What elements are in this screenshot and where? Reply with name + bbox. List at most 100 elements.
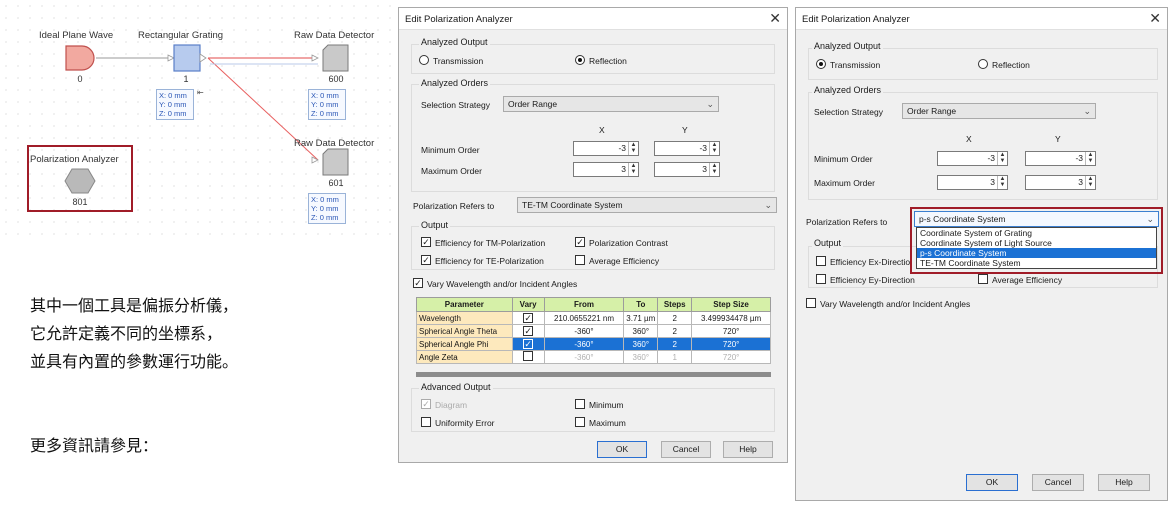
eff-ey-checkbox[interactable]: [816, 274, 826, 284]
node-id-detector-600: 600: [328, 74, 344, 84]
maximum-order-label: Maximum Order: [814, 178, 875, 188]
from-cell[interactable]: -360°: [543, 337, 625, 351]
avg-eff-checkbox[interactable]: [978, 274, 988, 284]
to-cell[interactable]: 360°: [623, 350, 659, 364]
uniformity-checkbox[interactable]: [421, 417, 431, 427]
transmission-radio[interactable]: [419, 55, 429, 65]
reflection-radio[interactable]: [575, 55, 585, 65]
cancel-button[interactable]: Cancel: [1032, 474, 1084, 491]
polarization-refers-select[interactable]: TE-TM Coordinate System ⌄: [517, 197, 777, 213]
edit-polarization-analyzer-dialog: Edit Polarization Analyzer ✕ Analyzed Ou…: [398, 7, 788, 463]
eff-ex-checkbox[interactable]: [816, 256, 826, 266]
from-cell[interactable]: 210.0655221 nm: [543, 311, 625, 325]
reflection-radio[interactable]: [978, 59, 988, 69]
dropdown-option[interactable]: TE-TM Coordinate System: [917, 258, 1156, 268]
spinner-arrows-icon[interactable]: ▲ ▼: [1085, 176, 1095, 189]
selection-strategy-select[interactable]: Order Range ⌄: [503, 96, 719, 112]
table-row[interactable]: Wavelength ✓ 210.0655221 nm 3.71 µm 2 3.…: [416, 311, 771, 325]
minimum-order-y-input[interactable]: -3 ▲ ▼: [1025, 151, 1096, 166]
node-id-polarization-analyzer: 801: [72, 197, 88, 207]
vary-checkbox[interactable]: [806, 298, 816, 308]
from-cell[interactable]: -360°: [543, 324, 625, 338]
dialog-title-bar: Edit Polarization Analyzer ✕: [399, 8, 787, 30]
minimum-order-label: Minimum Order: [421, 145, 480, 155]
steps-cell[interactable]: 2: [657, 337, 693, 351]
to-cell[interactable]: 360°: [623, 324, 659, 338]
vary-row-checkbox[interactable]: ✓: [523, 339, 534, 349]
analyzed-orders-label: Analyzed Orders: [812, 85, 884, 95]
help-button[interactable]: Help: [723, 441, 773, 458]
vary-cell[interactable]: ✓: [511, 311, 545, 325]
minimum-order-y-input[interactable]: -3 ▲ ▼: [654, 141, 720, 156]
spinner-arrows-icon[interactable]: ▲ ▼: [709, 163, 719, 176]
coord-y: Y: 0 mm: [159, 100, 187, 109]
light-source-icon[interactable]: [64, 44, 98, 72]
table-row[interactable]: Spherical Angle Theta ✓ -360° 360° 2 720…: [416, 324, 771, 338]
table-scrollbar[interactable]: [416, 372, 771, 377]
minimum-order-x-input[interactable]: -3 ▲ ▼: [573, 141, 639, 156]
coord-x: X: 0 mm: [311, 195, 339, 204]
close-icon[interactable]: ✕: [1149, 10, 1161, 27]
output-label: Output: [812, 238, 844, 248]
eff-te-checkbox[interactable]: ✓: [421, 255, 431, 265]
help-button[interactable]: Help: [1098, 474, 1150, 491]
ok-button[interactable]: OK: [597, 441, 647, 458]
maximum-order-x-value: 3: [990, 177, 995, 187]
vary-cell[interactable]: ✓: [511, 337, 545, 351]
vary-cell[interactable]: [511, 350, 545, 364]
spinner-arrows-icon[interactable]: ▲ ▼: [628, 163, 638, 176]
dropdown-option[interactable]: Coordinate System of Grating: [917, 228, 1156, 238]
polarization-refers-label: Polarization Refers to: [413, 201, 495, 211]
vary-row-checkbox[interactable]: ✓: [523, 313, 534, 323]
table-row-selected[interactable]: Spherical Angle Phi ✓ -360° 360° 2 720°: [416, 337, 771, 351]
col-vary: Vary: [511, 297, 545, 312]
maximum-order-x-input[interactable]: 3 ▲ ▼: [937, 175, 1008, 190]
maximum-order-y-value: 3: [702, 164, 707, 174]
param-name: Spherical Angle Phi: [416, 337, 513, 351]
minimum-order-x-input[interactable]: -3 ▲ ▼: [937, 151, 1008, 166]
maximum-order-x-input[interactable]: 3 ▲ ▼: [573, 162, 639, 177]
avg-eff-checkbox[interactable]: [575, 255, 585, 265]
from-cell[interactable]: -360°: [543, 350, 625, 364]
close-icon[interactable]: ✕: [769, 10, 781, 27]
ok-button[interactable]: OK: [966, 474, 1018, 491]
steps-cell[interactable]: 2: [657, 324, 693, 338]
detector-icon[interactable]: [322, 148, 350, 176]
maximum-order-y-input[interactable]: 3 ▲ ▼: [654, 162, 720, 177]
vary-row-checkbox[interactable]: ✓: [523, 326, 534, 336]
dropdown-option-selected[interactable]: p-s Coordinate System: [917, 248, 1156, 258]
table-row[interactable]: Angle Zeta -360° 360° 1 720°: [416, 350, 771, 364]
spinner-arrows-icon[interactable]: ▲ ▼: [709, 142, 719, 155]
maximum-order-y-input[interactable]: 3 ▲ ▼: [1025, 175, 1096, 190]
col-steps: Steps: [657, 297, 693, 312]
to-cell[interactable]: 360°: [623, 337, 659, 351]
to-cell[interactable]: 3.71 µm: [623, 311, 659, 325]
vary-cell[interactable]: ✓: [511, 324, 545, 338]
selection-strategy-select[interactable]: Order Range ⌄: [902, 103, 1096, 119]
detector-601-coordinates: X: 0 mm Y: 0 mm Z: 0 mm: [308, 193, 346, 224]
analyzed-orders-label: Analyzed Orders: [419, 78, 491, 88]
eff-tm-checkbox[interactable]: ✓: [421, 237, 431, 247]
spinner-arrows-icon[interactable]: ▲ ▼: [997, 176, 1007, 189]
steps-cell[interactable]: 1: [657, 350, 693, 364]
cancel-button[interactable]: Cancel: [661, 441, 711, 458]
maximum-order-y-value: 3: [1078, 177, 1083, 187]
grating-icon[interactable]: [170, 44, 212, 72]
steps-cell[interactable]: 2: [657, 311, 693, 325]
spinner-arrows-icon[interactable]: ▲ ▼: [997, 152, 1007, 165]
system-canvas[interactable]: Ideal Plane Wave 0 Rectangular Grating 1…: [0, 0, 392, 244]
minimum-checkbox[interactable]: [575, 399, 585, 409]
vary-row-checkbox[interactable]: [523, 351, 534, 361]
polarization-refers-select[interactable]: p-s Coordinate System ⌄: [914, 211, 1159, 227]
vary-checkbox[interactable]: ✓: [413, 278, 423, 288]
diagram-label: Diagram: [435, 400, 468, 410]
spinner-arrows-icon[interactable]: ▲ ▼: [628, 142, 638, 155]
spinner-arrows-icon[interactable]: ▲ ▼: [1085, 152, 1095, 165]
detector-icon[interactable]: [322, 44, 350, 72]
dropdown-option[interactable]: Coordinate System of Light Source: [917, 238, 1156, 248]
transmission-radio[interactable]: [816, 59, 826, 69]
pol-contrast-checkbox[interactable]: ✓: [575, 237, 585, 247]
maximum-checkbox[interactable]: [575, 417, 585, 427]
eff-ey-label: Efficiency Ey-Direction: [830, 275, 915, 285]
analyzer-hexagon-icon[interactable]: [63, 167, 97, 195]
